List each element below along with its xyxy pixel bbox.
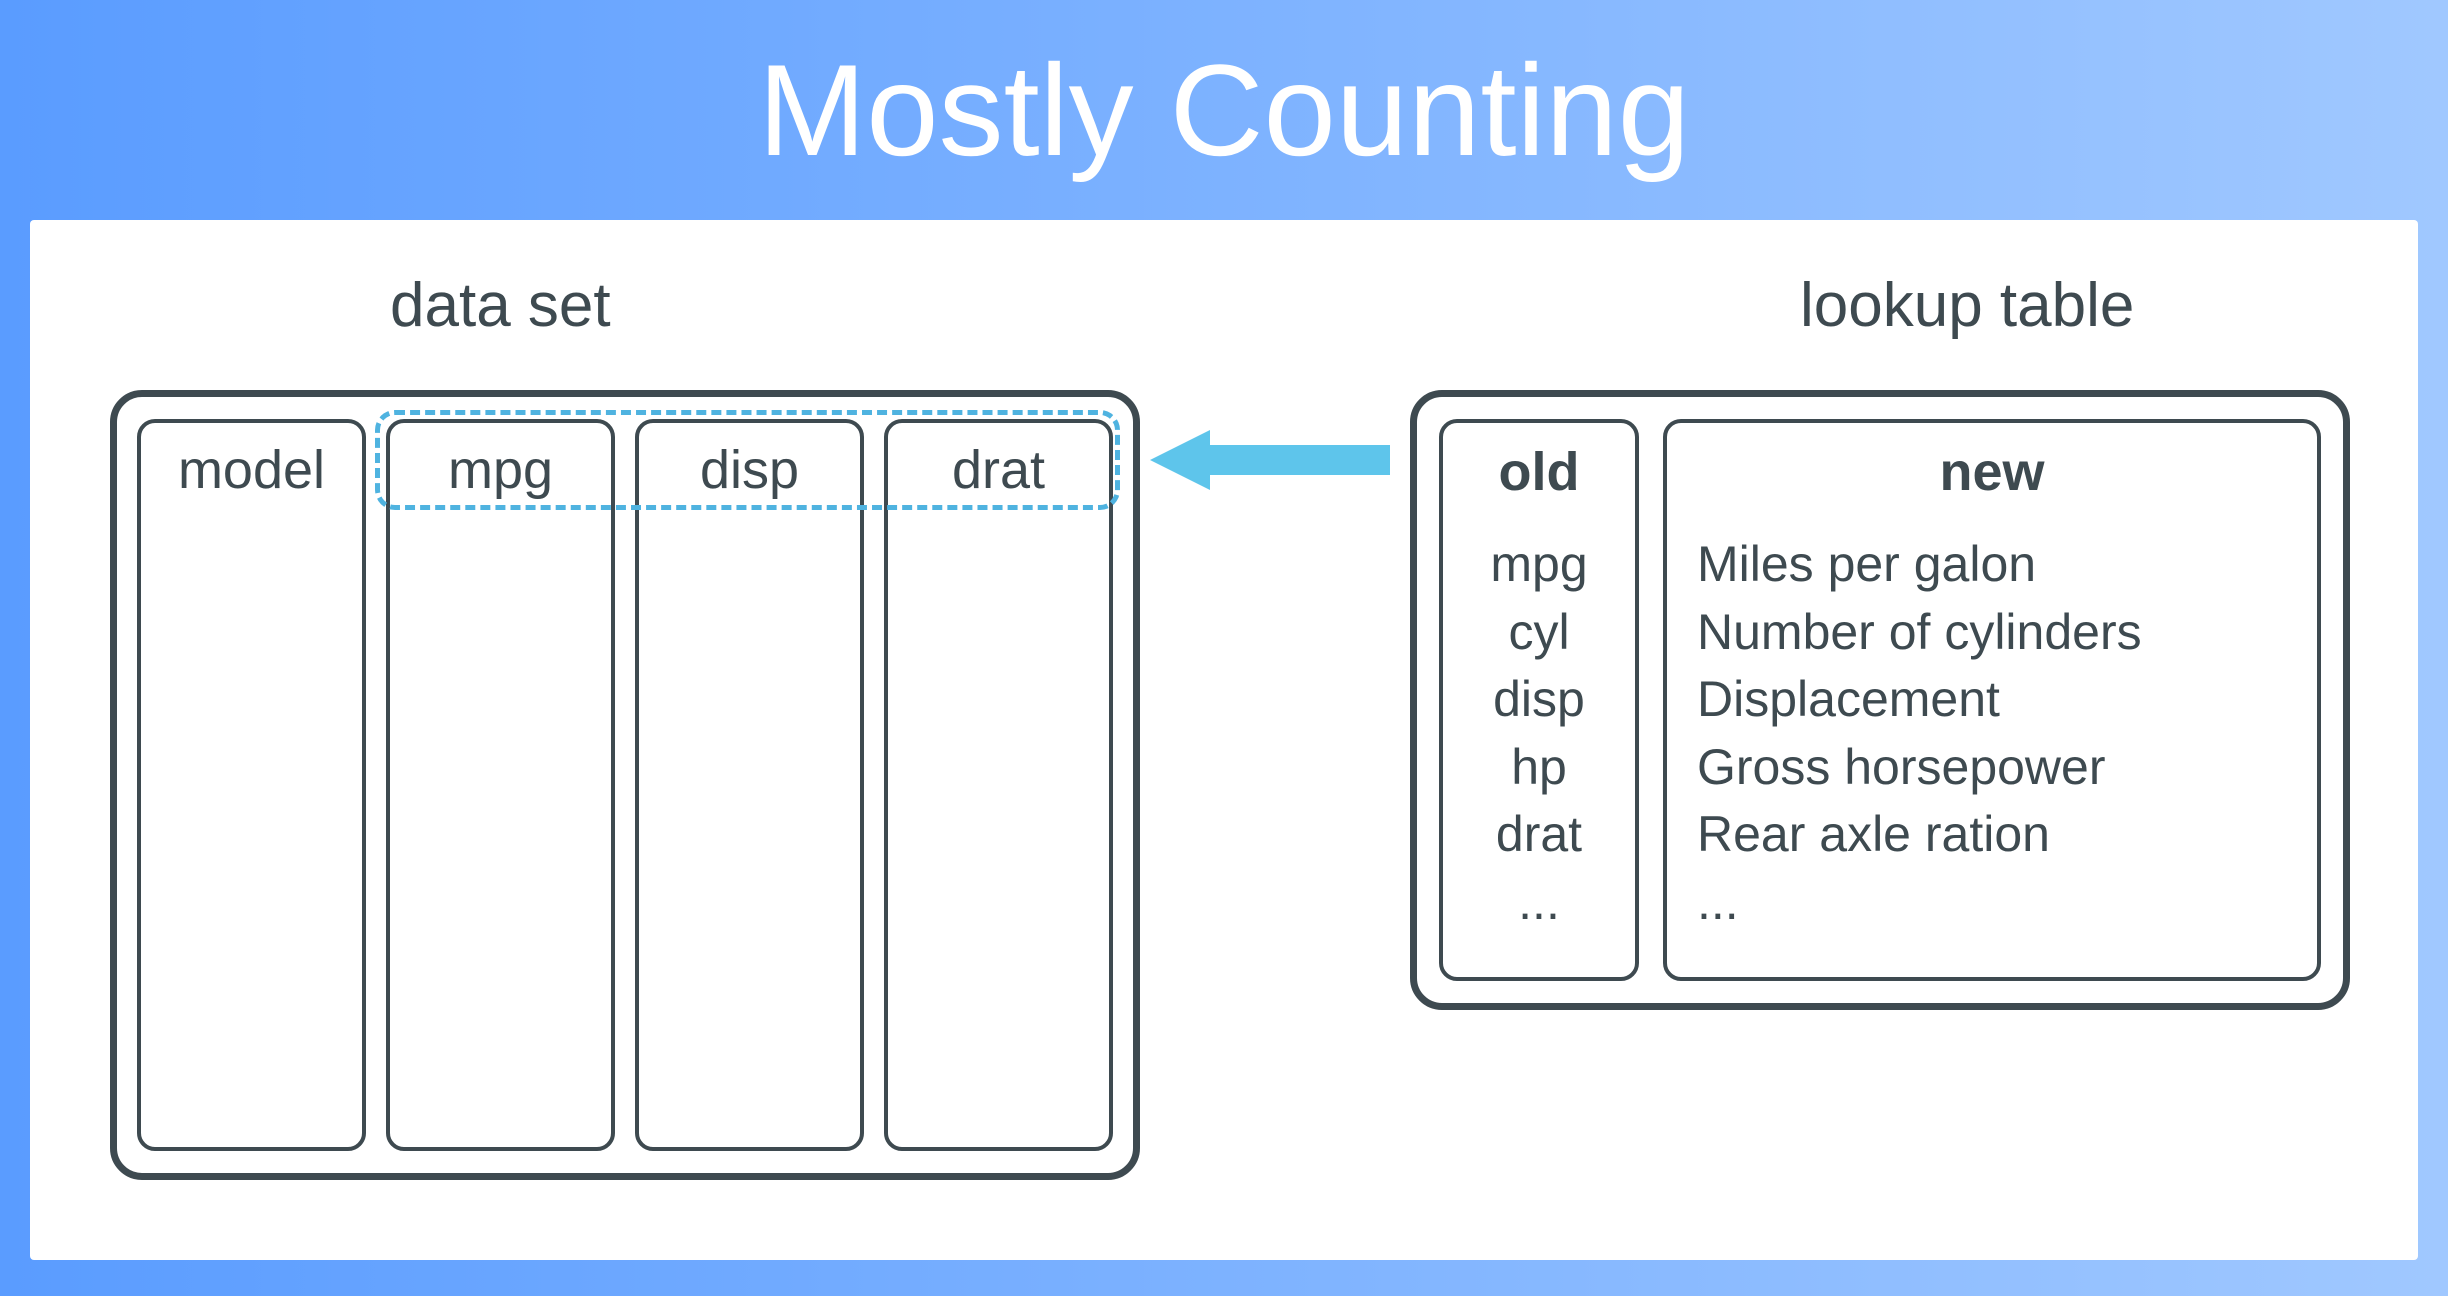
lookup-section-label: lookup table	[1800, 270, 2134, 341]
lookup-new-item: Displacement	[1697, 666, 2287, 734]
lookup-old-item: mpg	[1490, 531, 1587, 599]
lookup-table-box: old mpg cyl disp hp drat ... new Miles p…	[1410, 390, 2350, 1010]
lookup-old-item: cyl	[1508, 599, 1569, 667]
lookup-new-item: Number of cylinders	[1697, 599, 2287, 667]
lookup-old-header: old	[1499, 441, 1580, 503]
data-column-drat: drat	[884, 419, 1113, 1151]
column-header: disp	[700, 439, 799, 501]
column-header: mpg	[448, 439, 553, 501]
column-header: model	[178, 439, 325, 501]
lookup-old-item: hp	[1511, 734, 1567, 802]
page-title: Mostly Counting	[758, 35, 1690, 185]
content-panel: data set lookup table model mpg disp dra…	[30, 220, 2418, 1260]
lookup-old-item: ...	[1518, 869, 1560, 937]
arrow-left-icon	[1150, 425, 1390, 495]
lookup-new-item: Gross horsepower	[1697, 734, 2287, 802]
data-column-model: model	[137, 419, 366, 1151]
lookup-old-item: drat	[1496, 801, 1582, 869]
dataset-section-label: data set	[390, 270, 611, 341]
dataset-box: model mpg disp drat	[110, 390, 1140, 1180]
lookup-old-item: disp	[1493, 666, 1585, 734]
lookup-new-item: ...	[1697, 869, 2287, 937]
lookup-new-header: new	[1697, 441, 2287, 503]
lookup-new-item: Miles per galon	[1697, 531, 2287, 599]
column-header: drat	[952, 439, 1045, 501]
data-column-mpg: mpg	[386, 419, 615, 1151]
slide-header: Mostly Counting	[0, 0, 2448, 220]
lookup-new-column: new Miles per galon Number of cylinders …	[1663, 419, 2321, 981]
data-column-disp: disp	[635, 419, 864, 1151]
lookup-old-column: old mpg cyl disp hp drat ...	[1439, 419, 1639, 981]
lookup-new-item: Rear axle ration	[1697, 801, 2287, 869]
